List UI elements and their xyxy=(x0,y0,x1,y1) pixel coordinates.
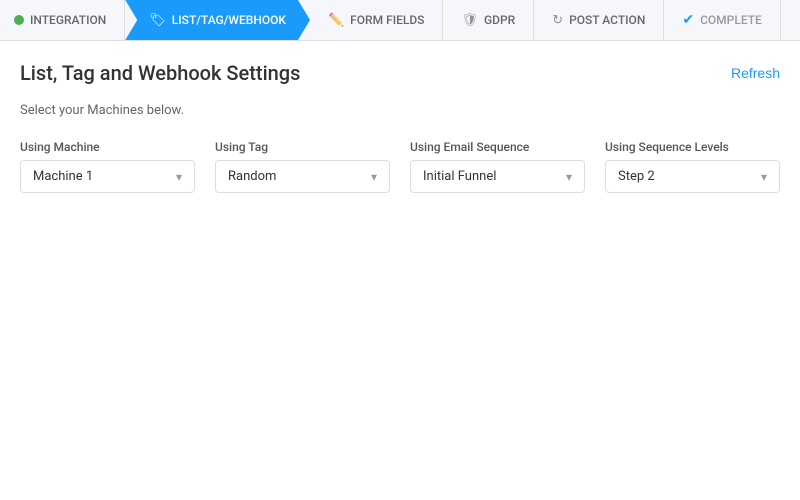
dropdown-label-machine: Using Machine xyxy=(20,140,195,154)
dropdown-select-tag[interactable]: Random ▾ xyxy=(215,160,390,193)
dropdown-arrow-sequence-levels: ▾ xyxy=(761,170,767,184)
dropdown-arrow-tag: ▾ xyxy=(371,170,377,184)
nav-label-gdpr: GDPR xyxy=(484,13,515,27)
page-title: List, Tag and Webhook Settings xyxy=(20,61,300,85)
dropdowns-row: Using MachineMachine 1▾Using TagRandom▾U… xyxy=(20,140,780,193)
dropdown-value-machine: Machine 1 xyxy=(33,169,93,184)
page-subtitle: Select your Machines below. xyxy=(20,103,780,118)
dropdown-select-machine[interactable]: Machine 1 ▾ xyxy=(20,160,195,193)
dropdown-select-sequence-levels[interactable]: Step 2 ▾ xyxy=(605,160,780,193)
nav-item-gdpr[interactable]: 🛡 GDPR xyxy=(443,0,534,40)
shield-icon: 🛡 xyxy=(461,13,478,28)
dropdown-arrow-email-sequence: ▾ xyxy=(566,170,572,184)
dropdown-value-tag: Random xyxy=(228,169,276,184)
dropdown-group-machine: Using Machine Machine 1 ▾ xyxy=(20,140,195,193)
refresh-circle-icon: ↻ xyxy=(552,13,563,28)
edit-icon: ✏️ xyxy=(328,13,344,28)
nav-label-integration: INTEGRATION xyxy=(30,13,106,27)
nav-item-integration[interactable]: INTEGRATION xyxy=(0,0,125,40)
dropdown-label-email-sequence: Using Email Sequence xyxy=(410,140,585,154)
nav-item-post-action[interactable]: ↻ POST ACTION xyxy=(534,0,664,40)
main-content: List, Tag and Webhook Settings Refresh S… xyxy=(0,41,800,193)
nav-item-form-fields[interactable]: ✏️ FORM FIELDS xyxy=(310,0,443,40)
nav-label-complete: COMPLETE xyxy=(700,13,762,27)
dropdown-value-sequence-levels: Step 2 xyxy=(618,169,655,184)
dropdown-group-sequence-levels: Using Sequence Levels Step 2 ▾ xyxy=(605,140,780,193)
dropdown-label-sequence-levels: Using Sequence Levels xyxy=(605,140,780,154)
top-navigation: INTEGRATION 🏷 LIST/TAG/WEBHOOK ✏️ FORM F… xyxy=(0,0,800,41)
nav-item-list-tag-webhook[interactable]: 🏷 LIST/TAG/WEBHOOK xyxy=(125,0,310,40)
dropdown-group-email-sequence: Using Email Sequence Initial Funnel ▾ xyxy=(410,140,585,193)
tag-icon: 🏷 xyxy=(149,13,166,28)
dropdown-select-email-sequence[interactable]: Initial Funnel ▾ xyxy=(410,160,585,193)
dropdown-group-tag: Using Tag Random ▾ xyxy=(215,140,390,193)
dropdown-value-email-sequence: Initial Funnel xyxy=(423,169,496,184)
integration-dot-icon xyxy=(14,15,24,25)
page-header: List, Tag and Webhook Settings Refresh xyxy=(20,61,780,85)
nav-item-complete[interactable]: ✔ COMPLETE xyxy=(664,0,780,40)
refresh-button[interactable]: Refresh xyxy=(731,65,780,81)
dropdown-label-tag: Using Tag xyxy=(215,140,390,154)
dropdown-arrow-machine: ▾ xyxy=(176,170,182,184)
nav-label-post-action: POST ACTION xyxy=(569,13,645,27)
check-icon: ✔ xyxy=(682,12,694,28)
nav-label-list-tag-webhook: LIST/TAG/WEBHOOK xyxy=(172,13,286,27)
nav-label-form-fields: FORM FIELDS xyxy=(350,13,424,27)
